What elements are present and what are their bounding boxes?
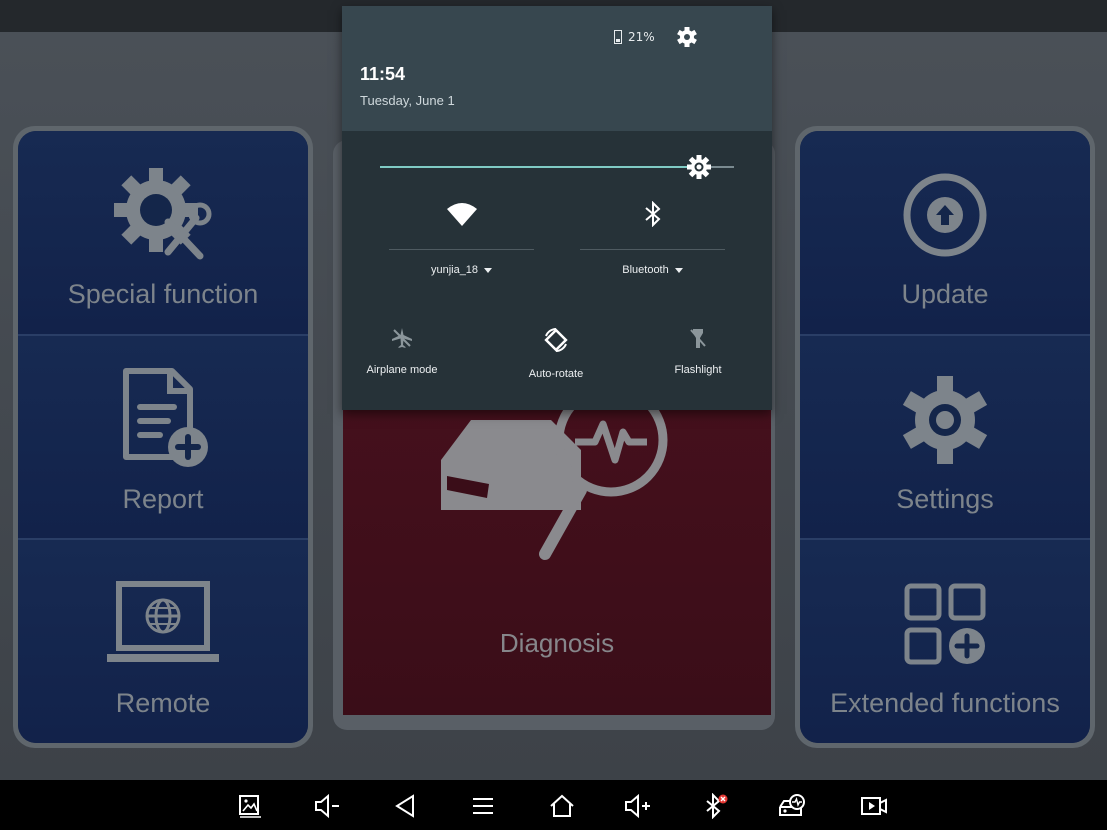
settings-label: Settings (896, 483, 994, 514)
brightness-fill (380, 166, 699, 168)
document-add-icon (108, 360, 218, 480)
auto-rotate-tile[interactable]: Auto-rotate (496, 326, 616, 380)
battery-icon (614, 30, 622, 44)
update-tile[interactable]: Update (800, 131, 1090, 336)
special-function-tile[interactable]: Special function (18, 131, 308, 336)
gear-icon (895, 360, 995, 480)
remote-label: Remote (115, 688, 211, 719)
wifi-label[interactable]: yunjia_18 (389, 264, 534, 276)
bluetooth-dropdown-icon (674, 267, 683, 273)
volume-down-icon[interactable] (312, 790, 344, 822)
battery-percent: 21% (628, 30, 655, 44)
report-tile[interactable]: Report (18, 335, 308, 541)
navigation-bar (0, 780, 1107, 830)
shade-header: 21% 11:54 Tuesday, June 1 (342, 6, 772, 131)
left-panel: Special function Report Remote (13, 126, 313, 748)
bluetooth-off-icon[interactable] (700, 790, 732, 822)
car-diagnosis-icon[interactable] (776, 790, 808, 822)
brightness-icon[interactable] (686, 155, 711, 179)
remote-tile[interactable]: Remote (18, 540, 308, 743)
flashlight-label: Flashlight (674, 364, 722, 376)
airplane-icon (392, 328, 412, 348)
date[interactable]: Tuesday, June 1 (360, 93, 455, 108)
update-label: Update (901, 278, 989, 309)
settings-gear-icon[interactable] (676, 26, 698, 52)
laptop-globe-icon (103, 564, 223, 684)
upload-circle-icon (895, 155, 995, 275)
bluetooth-icon (644, 200, 660, 228)
flashlight-tile[interactable]: Flashlight (638, 326, 758, 376)
diagnosis-label: Diagnosis (499, 628, 615, 658)
battery-status: 21% (614, 30, 655, 44)
extended-functions-tile[interactable]: Extended functions (800, 540, 1090, 743)
wifi-dropdown-icon (484, 267, 493, 273)
brightness-slider[interactable] (380, 155, 734, 179)
auto-rotate-icon (544, 328, 568, 352)
special-function-label: Special function (67, 278, 259, 309)
home-icon[interactable] (546, 790, 578, 822)
back-icon[interactable] (390, 790, 422, 822)
airplane-mode-label: Airplane mode (366, 364, 438, 376)
bluetooth-label[interactable]: Bluetooth (580, 264, 725, 276)
grid-add-icon (895, 564, 995, 684)
right-panel: Update Settings Extended functions (795, 126, 1095, 748)
bluetooth-tile[interactable]: Bluetooth (580, 200, 725, 276)
settings-tile[interactable]: Settings (800, 335, 1090, 541)
wifi-tile[interactable]: yunjia_18 (389, 201, 534, 276)
extended-functions-label: Extended functions (830, 688, 1060, 719)
gear-wrench-icon (108, 155, 218, 275)
wifi-icon (446, 203, 477, 226)
auto-rotate-label: Auto-rotate (528, 368, 584, 380)
car-magnifier-icon (441, 390, 668, 560)
menu-icon[interactable] (467, 790, 499, 822)
flashlight-icon (690, 329, 706, 348)
clock: 11:54 (360, 64, 406, 84)
volume-up-icon[interactable] (622, 790, 654, 822)
screen-record-icon[interactable] (858, 790, 890, 822)
screenshot-icon[interactable] (234, 790, 266, 822)
notification-shade[interactable]: 21% 11:54 Tuesday, June 1 yunjia_18 Blue… (342, 6, 772, 410)
airplane-mode-tile[interactable]: Airplane mode (342, 326, 462, 376)
report-label: Report (122, 483, 204, 514)
